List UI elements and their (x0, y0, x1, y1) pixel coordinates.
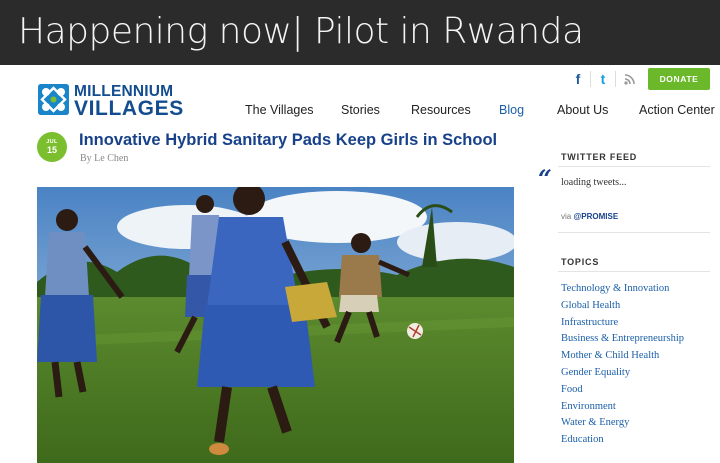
nav-item-about-us[interactable]: About Us (557, 103, 608, 117)
website-screenshot: MILLENNIUM VILLAGES f t DONATE The Villa… (0, 65, 720, 463)
divider (558, 166, 710, 167)
donate-button[interactable]: DONATE (648, 68, 710, 90)
via-prefix: via (561, 212, 572, 221)
facebook-icon[interactable]: f (569, 70, 587, 88)
topic-link[interactable]: Technology & Innovation (561, 283, 720, 300)
topic-link[interactable]: Global Health (561, 300, 720, 317)
divider (590, 71, 591, 87)
nav-item-resources[interactable]: Resources (411, 103, 471, 117)
twitter-feed-heading: TWITTER FEED (561, 152, 638, 162)
rss-icon[interactable] (620, 70, 638, 88)
post-title[interactable]: Innovative Hybrid Sanitary Pads Keep Gir… (79, 131, 497, 150)
twitter-via: via @PROMISE (561, 212, 618, 221)
topic-link[interactable]: Infrastructure (561, 317, 720, 334)
nav-item-the-villages[interactable]: The Villages (245, 103, 314, 117)
divider (558, 271, 710, 272)
main-nav: The Villages Stories Resources Blog Abou… (0, 103, 720, 121)
topic-link[interactable]: Mother & Child Health (561, 350, 720, 367)
nav-item-action-center[interactable]: Action Center (639, 103, 715, 117)
divider (558, 232, 710, 233)
tweets-status: loading tweets... (561, 177, 627, 188)
post-date-day: 15 (46, 145, 57, 155)
post-byline: By Le Chen (80, 153, 129, 164)
nav-item-blog[interactable]: Blog (499, 103, 524, 117)
slide-banner: Happening now| Pilot in Rwanda (0, 0, 720, 65)
post-date-badge: JUL 15 (37, 132, 67, 162)
topic-link[interactable]: Gender Equality (561, 367, 720, 384)
twitter-icon[interactable]: t (594, 70, 612, 88)
topic-link[interactable]: Environment (561, 401, 720, 418)
divider (615, 71, 616, 87)
topics-list: Technology & Innovation Global Health In… (561, 283, 720, 451)
topic-link[interactable]: Water & Energy (561, 417, 720, 434)
topic-link[interactable]: Food (561, 384, 720, 401)
topics-heading: TOPICS (561, 257, 600, 267)
quote-icon: “ (538, 164, 552, 193)
post-hero-image (37, 187, 514, 463)
nav-item-stories[interactable]: Stories (341, 103, 380, 117)
slide-title: Happening now| Pilot in Rwanda (18, 11, 584, 52)
topic-link[interactable]: Business & Entrepreneurship (561, 333, 720, 350)
twitter-handle-link[interactable]: @PROMISE (573, 212, 618, 221)
topic-link[interactable]: Education (561, 434, 720, 451)
